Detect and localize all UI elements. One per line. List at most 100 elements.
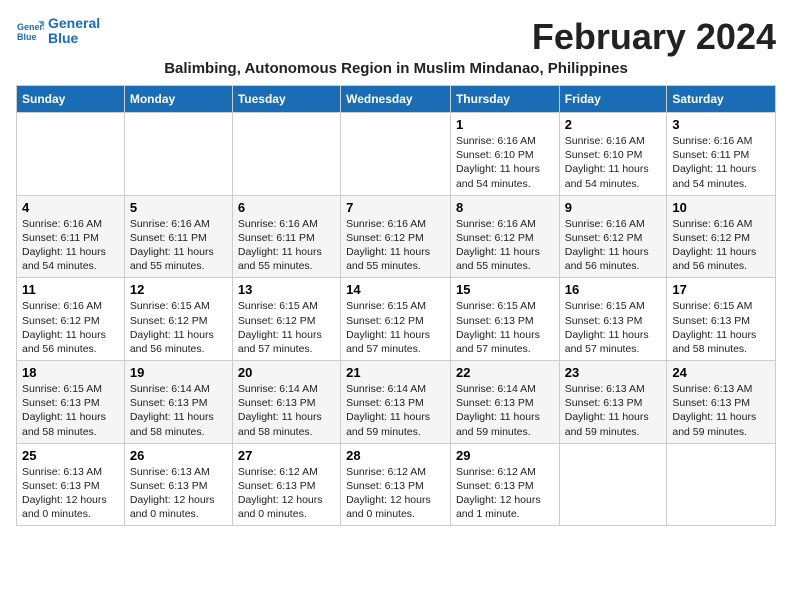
day-number: 3: [672, 117, 770, 132]
day-info: Sunrise: 6:14 AM Sunset: 6:13 PM Dayligh…: [346, 382, 445, 439]
day-info: Sunrise: 6:14 AM Sunset: 6:13 PM Dayligh…: [456, 382, 554, 439]
calendar-table: SundayMondayTuesdayWednesdayThursdayFrid…: [16, 85, 776, 526]
day-number: 23: [565, 365, 662, 380]
day-number: 4: [22, 200, 119, 215]
day-number: 16: [565, 282, 662, 297]
general-blue-icon: General Blue: [16, 17, 44, 45]
day-info: Sunrise: 6:16 AM Sunset: 6:12 PM Dayligh…: [456, 217, 554, 274]
calendar-cell: 23 Sunrise: 6:13 AM Sunset: 6:13 PM Dayli…: [559, 361, 667, 444]
calendar-cell: 7 Sunrise: 6:16 AM Sunset: 6:12 PM Daylig…: [341, 195, 451, 278]
week-row-2: 4 Sunrise: 6:16 AM Sunset: 6:11 PM Daylig…: [17, 195, 776, 278]
day-number: 15: [456, 282, 554, 297]
day-info: Sunrise: 6:16 AM Sunset: 6:12 PM Dayligh…: [565, 217, 662, 274]
week-row-4: 18Sunrise: 6:15 AM Sunset: 6:13 PM Dayli…: [17, 361, 776, 444]
calendar-cell: 8 Sunrise: 6:16 AM Sunset: 6:12 PM Daylig…: [450, 195, 559, 278]
calendar-cell: 13 Sunrise: 6:15 AM Sunset: 6:12 PM Dayli…: [232, 278, 340, 361]
day-info: Sunrise: 6:15 AM Sunset: 6:13 PM Dayligh…: [456, 299, 554, 356]
day-number: 19: [130, 365, 227, 380]
calendar-cell: 9 Sunrise: 6:16 AM Sunset: 6:12 PM Daylig…: [559, 195, 667, 278]
day-number: 29: [456, 448, 554, 463]
day-info: Sunrise: 6:16 AM Sunset: 6:10 PM Dayligh…: [565, 134, 662, 191]
svg-text:General: General: [17, 22, 44, 32]
day-number: 14: [346, 282, 445, 297]
calendar-cell: 28 Sunrise: 6:12 AM Sunset: 6:13 PM Dayli…: [341, 443, 451, 526]
calendar-cell: 19 Sunrise: 6:14 AM Sunset: 6:13 PM Dayli…: [124, 361, 232, 444]
calendar-cell: [341, 113, 451, 196]
day-info: Sunrise: 6:12 AM Sunset: 6:13 PM Dayligh…: [238, 465, 335, 522]
calendar-cell: 29 Sunrise: 6:12 AM Sunset: 6:13 PM Dayli…: [450, 443, 559, 526]
col-header-saturday: Saturday: [667, 86, 776, 113]
calendar-header-row: SundayMondayTuesdayWednesdayThursdayFrid…: [17, 86, 776, 113]
calendar-cell: 1 Sunrise: 6:16 AM Sunset: 6:10 PM Daylig…: [450, 113, 559, 196]
day-number: 7: [346, 200, 445, 215]
day-number: 21: [346, 365, 445, 380]
col-header-sunday: Sunday: [17, 86, 125, 113]
day-info: Sunrise: 6:16 AM Sunset: 6:12 PM Dayligh…: [346, 217, 445, 274]
day-number: 28: [346, 448, 445, 463]
day-info: Sunrise: 6:16 AM Sunset: 6:11 PM Dayligh…: [130, 217, 227, 274]
day-number: 10: [672, 200, 770, 215]
day-number: 13: [238, 282, 335, 297]
day-info: Sunrise: 6:14 AM Sunset: 6:13 PM Dayligh…: [238, 382, 335, 439]
day-number: 9: [565, 200, 662, 215]
calendar-cell: 27Sunrise: 6:12 AM Sunset: 6:13 PM Dayli…: [232, 443, 340, 526]
day-info: Sunrise: 6:15 AM Sunset: 6:13 PM Dayligh…: [672, 299, 770, 356]
day-number: 18: [22, 365, 119, 380]
calendar-cell: 5 Sunrise: 6:16 AM Sunset: 6:11 PM Daylig…: [124, 195, 232, 278]
calendar-body: 1 Sunrise: 6:16 AM Sunset: 6:10 PM Daylig…: [17, 113, 776, 526]
day-number: 25: [22, 448, 119, 463]
day-info: Sunrise: 6:16 AM Sunset: 6:11 PM Dayligh…: [672, 134, 770, 191]
calendar-cell: [124, 113, 232, 196]
week-row-3: 11Sunrise: 6:16 AM Sunset: 6:12 PM Dayli…: [17, 278, 776, 361]
day-number: 20: [238, 365, 335, 380]
calendar-cell: 21 Sunrise: 6:14 AM Sunset: 6:13 PM Dayli…: [341, 361, 451, 444]
day-info: Sunrise: 6:16 AM Sunset: 6:11 PM Dayligh…: [22, 217, 119, 274]
logo-line2: Blue: [48, 31, 100, 46]
day-number: 8: [456, 200, 554, 215]
day-number: 6: [238, 200, 335, 215]
col-header-wednesday: Wednesday: [341, 86, 451, 113]
day-info: Sunrise: 6:15 AM Sunset: 6:12 PM Dayligh…: [130, 299, 227, 356]
day-info: Sunrise: 6:13 AM Sunset: 6:13 PM Dayligh…: [565, 382, 662, 439]
calendar-cell: 11Sunrise: 6:16 AM Sunset: 6:12 PM Dayli…: [17, 278, 125, 361]
day-number: 17: [672, 282, 770, 297]
calendar-cell: [232, 113, 340, 196]
col-header-tuesday: Tuesday: [232, 86, 340, 113]
day-info: Sunrise: 6:16 AM Sunset: 6:12 PM Dayligh…: [672, 217, 770, 274]
day-number: 24: [672, 365, 770, 380]
day-info: Sunrise: 6:12 AM Sunset: 6:13 PM Dayligh…: [456, 465, 554, 522]
calendar-cell: 22 Sunrise: 6:14 AM Sunset: 6:13 PM Dayli…: [450, 361, 559, 444]
calendar-cell: 20 Sunrise: 6:14 AM Sunset: 6:13 PM Dayli…: [232, 361, 340, 444]
calendar-cell: 6Sunrise: 6:16 AM Sunset: 6:11 PM Daylig…: [232, 195, 340, 278]
logo: General Blue General Blue: [16, 16, 100, 47]
calendar-cell: [559, 443, 667, 526]
day-info: Sunrise: 6:14 AM Sunset: 6:13 PM Dayligh…: [130, 382, 227, 439]
day-info: Sunrise: 6:15 AM Sunset: 6:12 PM Dayligh…: [238, 299, 335, 356]
day-info: Sunrise: 6:16 AM Sunset: 6:12 PM Dayligh…: [22, 299, 119, 356]
day-number: 5: [130, 200, 227, 215]
day-info: Sunrise: 6:13 AM Sunset: 6:13 PM Dayligh…: [22, 465, 119, 522]
day-info: Sunrise: 6:16 AM Sunset: 6:10 PM Dayligh…: [456, 134, 554, 191]
logo-line1: General: [48, 16, 100, 31]
day-number: 26: [130, 448, 227, 463]
title-section: February 2024: [532, 16, 776, 58]
day-number: 12: [130, 282, 227, 297]
day-number: 1: [456, 117, 554, 132]
calendar-cell: 4 Sunrise: 6:16 AM Sunset: 6:11 PM Daylig…: [17, 195, 125, 278]
calendar-cell: 18Sunrise: 6:15 AM Sunset: 6:13 PM Dayli…: [17, 361, 125, 444]
day-info: Sunrise: 6:15 AM Sunset: 6:12 PM Dayligh…: [346, 299, 445, 356]
calendar-cell: 26Sunrise: 6:13 AM Sunset: 6:13 PM Dayli…: [124, 443, 232, 526]
week-row-1: 1 Sunrise: 6:16 AM Sunset: 6:10 PM Daylig…: [17, 113, 776, 196]
subtitle: Balimbing, Autonomous Region in Muslim M…: [16, 60, 776, 77]
calendar-cell: 2Sunrise: 6:16 AM Sunset: 6:10 PM Daylig…: [559, 113, 667, 196]
calendar-cell: 14 Sunrise: 6:15 AM Sunset: 6:12 PM Dayli…: [341, 278, 451, 361]
day-info: Sunrise: 6:12 AM Sunset: 6:13 PM Dayligh…: [346, 465, 445, 522]
calendar-cell: [17, 113, 125, 196]
calendar-cell: 25 Sunrise: 6:13 AM Sunset: 6:13 PM Dayli…: [17, 443, 125, 526]
day-info: Sunrise: 6:15 AM Sunset: 6:13 PM Dayligh…: [565, 299, 662, 356]
calendar-cell: 16 Sunrise: 6:15 AM Sunset: 6:13 PM Dayli…: [559, 278, 667, 361]
main-title: February 2024: [532, 16, 776, 58]
day-info: Sunrise: 6:13 AM Sunset: 6:13 PM Dayligh…: [672, 382, 770, 439]
day-number: 22: [456, 365, 554, 380]
calendar-cell: 15 Sunrise: 6:15 AM Sunset: 6:13 PM Dayli…: [450, 278, 559, 361]
